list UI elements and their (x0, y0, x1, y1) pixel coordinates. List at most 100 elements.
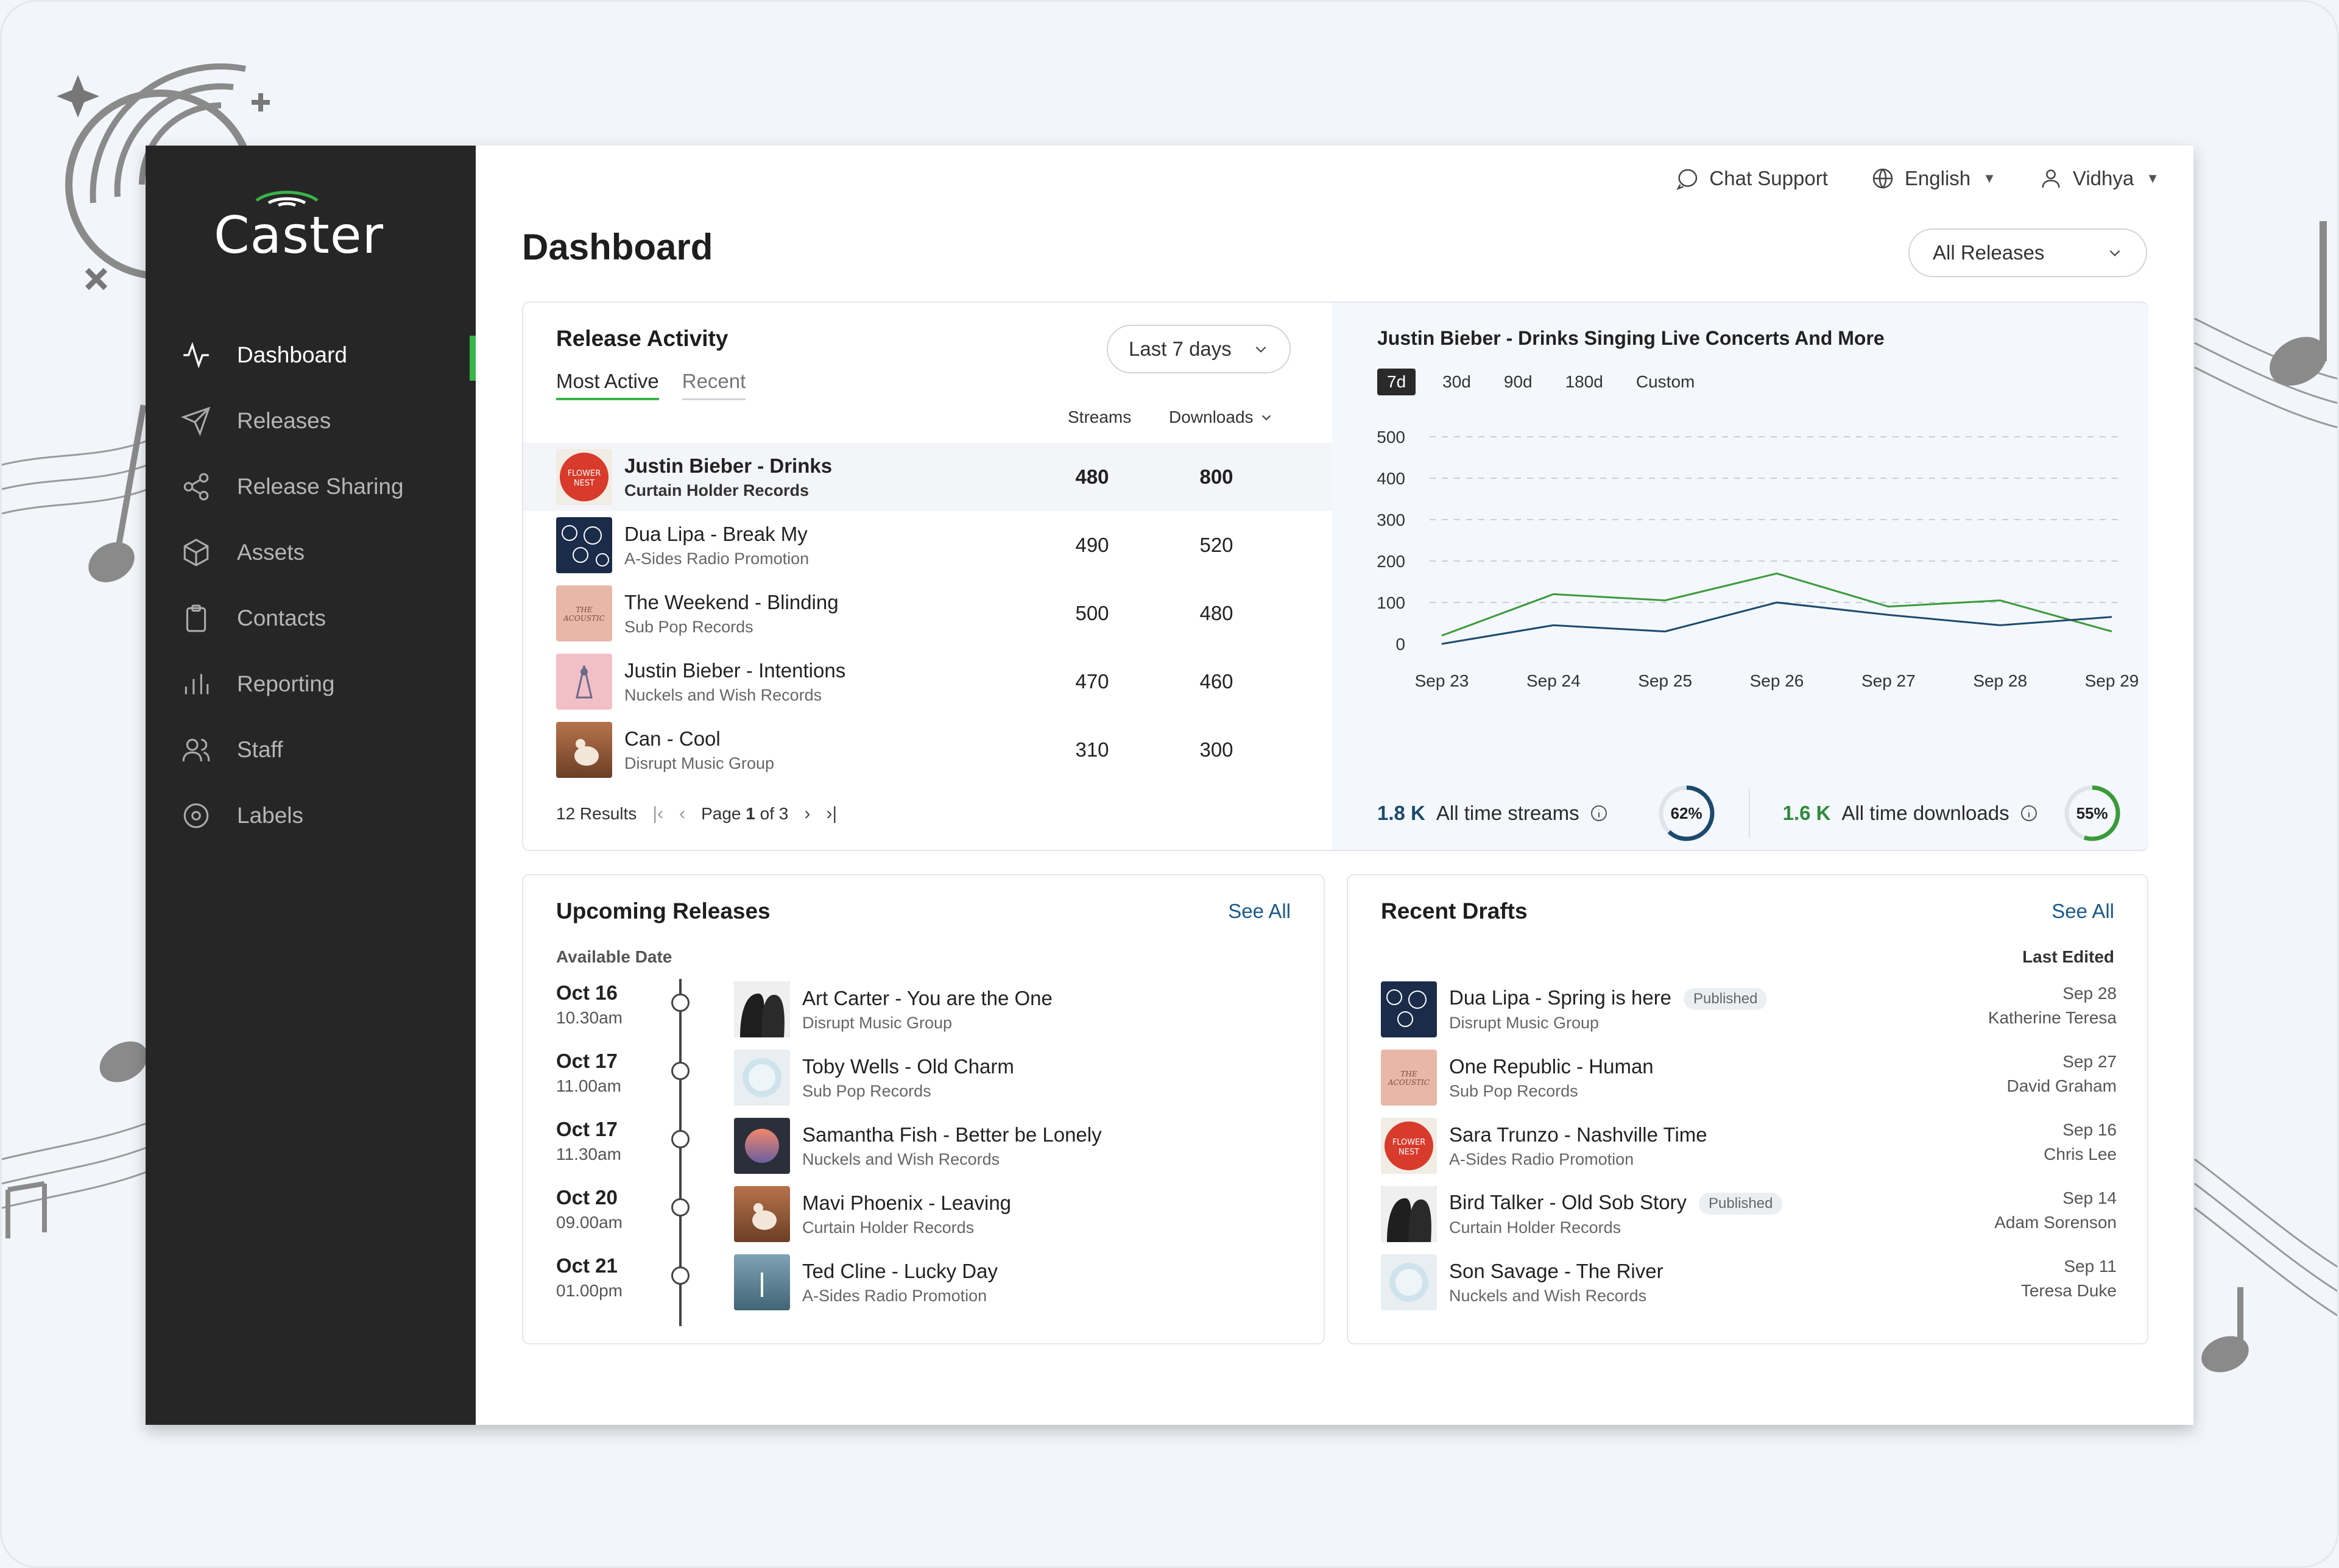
list-item[interactable]: Son Savage - The River Nuckels and Wish … (1381, 1248, 2117, 1316)
album-art (734, 1254, 790, 1310)
chat-support-button[interactable]: Chat Support (1675, 166, 1828, 191)
chevron-down-icon (2109, 250, 2120, 256)
list-item[interactable]: Oct 16 10.30am Art Carter - You are the O… (523, 975, 1326, 1044)
upcoming-see-all-link[interactable]: See All (1228, 900, 1291, 923)
range-90d[interactable]: 90d (1491, 369, 1546, 395)
globe-icon (1872, 168, 1893, 189)
release-title: The Weekend - Blinding (624, 590, 839, 613)
table-row[interactable]: THE ACOUSTIC The Weekend - Blinding Sub P… (523, 579, 1332, 648)
downloads-column-header[interactable]: Downloads (1169, 408, 1273, 427)
list-item[interactable]: Oct 17 11.30am Samantha Fish - Better be … (523, 1112, 1326, 1180)
date: Oct 16 (556, 981, 618, 1004)
list-item[interactable]: FLOWER NEST Sara Trunzo - Nashville Time … (1381, 1112, 2117, 1180)
topbar: Chat Support English ▼ Vidhya ▼ (1675, 166, 2159, 191)
drafts-see-all-link[interactable]: See All (2051, 900, 2114, 923)
release-title: Toby Wells - Old Charm (802, 1054, 1014, 1078)
info-icon[interactable] (1589, 803, 1609, 823)
release-label: Curtain Holder Records (624, 481, 810, 500)
editor-name: Teresa Duke (2020, 1281, 2117, 1300)
release-label: Nuckels and Wish Records (802, 1150, 1000, 1168)
chat-support-label: Chat Support (1709, 167, 1828, 189)
table-row[interactable]: Justin Bieber - Intentions Nuckels and W… (523, 648, 1332, 716)
upcoming-title: Upcoming Releases (556, 899, 771, 923)
draft-title-line: Sara Trunzo - Nashville Time (1449, 1123, 1707, 1146)
caret-down-icon: ▼ (1983, 171, 1996, 186)
draft-title: One Republic - Human (1449, 1054, 1654, 1078)
list-item[interactable]: Oct 20 09.00am Mavi Phoenix - Leaving Cur… (523, 1180, 1326, 1248)
sidebar-item-label: Dashboard (237, 342, 348, 367)
release-filter-select[interactable]: All Releases (1908, 228, 2147, 277)
tab-recent[interactable]: Recent (682, 370, 746, 400)
release-activity-card: Release Activity Most Active Recent Last… (522, 302, 2148, 851)
list-item[interactable]: Oct 21 01.00pm Ted Cline - Lucky Day A-Si… (523, 1248, 1326, 1316)
table-row[interactable]: Dua Lipa - Break My A-Sides Radio Promot… (523, 511, 1332, 579)
row-text: Justin Bieber - Drinks Curtain Holder Re… (624, 454, 832, 500)
y-tick-label: 400 (1377, 469, 1405, 488)
all-time-downloads-label: All time downloads (1841, 802, 2009, 824)
list-item[interactable]: THE ACOUSTIC One Republic - Human Sub Pop… (1381, 1044, 2117, 1112)
release-filter-value: All Releases (1933, 241, 2045, 264)
range-180d[interactable]: 180d (1552, 369, 1617, 395)
release-item: Ted Cline - Lucky Day A-Sides Radio Prom… (734, 1254, 998, 1310)
sidebar-item-dashboard[interactable]: Dashboard (146, 322, 476, 388)
release-date: Oct 20 09.00am (556, 1186, 623, 1232)
album-art (556, 654, 612, 710)
edited-date: Sep 28 (2062, 984, 2117, 1003)
sidebar-item-assets[interactable]: Assets (146, 520, 476, 585)
tab-most-active[interactable]: Most Active (556, 370, 659, 400)
send-icon (180, 404, 213, 437)
downloads-header-label: Downloads (1169, 408, 1254, 426)
prev-page-icon[interactable]: ‹ (679, 803, 685, 824)
last-edited-header: Last Edited (2022, 947, 2114, 966)
svg-text:FLOWER: FLOWER (1392, 1138, 1426, 1147)
user-menu[interactable]: Vidhya ▼ (2039, 166, 2159, 191)
draft-label: Sub Pop Records (1449, 1081, 1578, 1100)
first-page-icon[interactable]: |‹ (652, 803, 663, 824)
list-item[interactable]: Oct 17 11.00am Toby Wells - Old Charm Sub… (523, 1044, 1326, 1112)
results-count: 12 Results (556, 804, 637, 823)
release-title: Dua Lipa - Break My (624, 522, 808, 545)
sidebar-item-reporting[interactable]: Reporting (146, 651, 476, 717)
sidebar-item-staff[interactable]: Staff (146, 717, 476, 783)
sidebar-item-labels[interactable]: Labels (146, 783, 476, 849)
table-row[interactable]: FLOWER NEST Justin Bieber - Drinks Curtai… (523, 443, 1332, 511)
streams-column-header[interactable]: Streams (1068, 408, 1131, 427)
user-icon (2042, 169, 2060, 188)
sidebar-item-release-sharing[interactable]: Release Sharing (146, 454, 476, 520)
period-select[interactable]: Last 7 days (1107, 325, 1291, 373)
svg-text:FLOWER: FLOWER (568, 469, 601, 478)
sidebar-item-releases[interactable]: Releases (146, 388, 476, 454)
language-label: English (1904, 167, 1971, 189)
svg-text:THE: THE (576, 606, 592, 614)
caster-logo: Caster (214, 176, 383, 265)
list-item[interactable]: Bird Talker - Old Sob Story Published Cur… (1381, 1180, 2117, 1248)
page-suffix: of 3 (760, 804, 789, 823)
next-page-icon[interactable]: › (804, 803, 810, 824)
pagination: 12 Results |‹ ‹ Page 1 of 3 › ›| (556, 803, 837, 824)
sidebar-item-label: Releases (237, 408, 331, 433)
list-item[interactable]: Dua Lipa - Spring is here Published Disru… (1381, 975, 2117, 1044)
time: 10.30am (556, 1008, 623, 1027)
info-icon[interactable] (2019, 803, 2039, 823)
timeline-dot (671, 994, 690, 1012)
row-text: Justin Bieber - Intentions Nuckels and W… (624, 659, 845, 705)
drafts-title: Recent Drafts (1381, 899, 1528, 923)
svg-text:ACOUSTIC: ACOUSTIC (563, 614, 605, 623)
streams-value: 470 (1075, 670, 1109, 693)
release-chart-panel: Justin Bieber - Drinks Singing Live Conc… (1332, 303, 2148, 850)
chat-bubble-icon (1676, 169, 1698, 191)
y-tick-label: 500 (1377, 428, 1405, 447)
svg-text:THE: THE (1400, 1070, 1417, 1078)
sidebar-item-contacts[interactable]: Contacts (146, 585, 476, 651)
language-selector[interactable]: English ▼ (1871, 166, 1996, 191)
album-art: THE ACOUSTIC (1381, 1050, 1437, 1106)
x-tick-label: Sep 29 (2085, 671, 2139, 690)
release-date: Oct 21 01.00pm (556, 1254, 623, 1301)
range-7d[interactable]: 7d (1377, 369, 1416, 395)
range-custom[interactable]: Custom (1623, 369, 1708, 395)
series-line-1 (1441, 601, 2112, 645)
draft-title-line: Son Savage - The River (1449, 1260, 1663, 1283)
last-page-icon[interactable]: ›| (826, 803, 837, 824)
range-30d[interactable]: 30d (1429, 369, 1484, 395)
table-row[interactable]: Can - Cool Disrupt Music Group 310 300 (523, 716, 1332, 784)
